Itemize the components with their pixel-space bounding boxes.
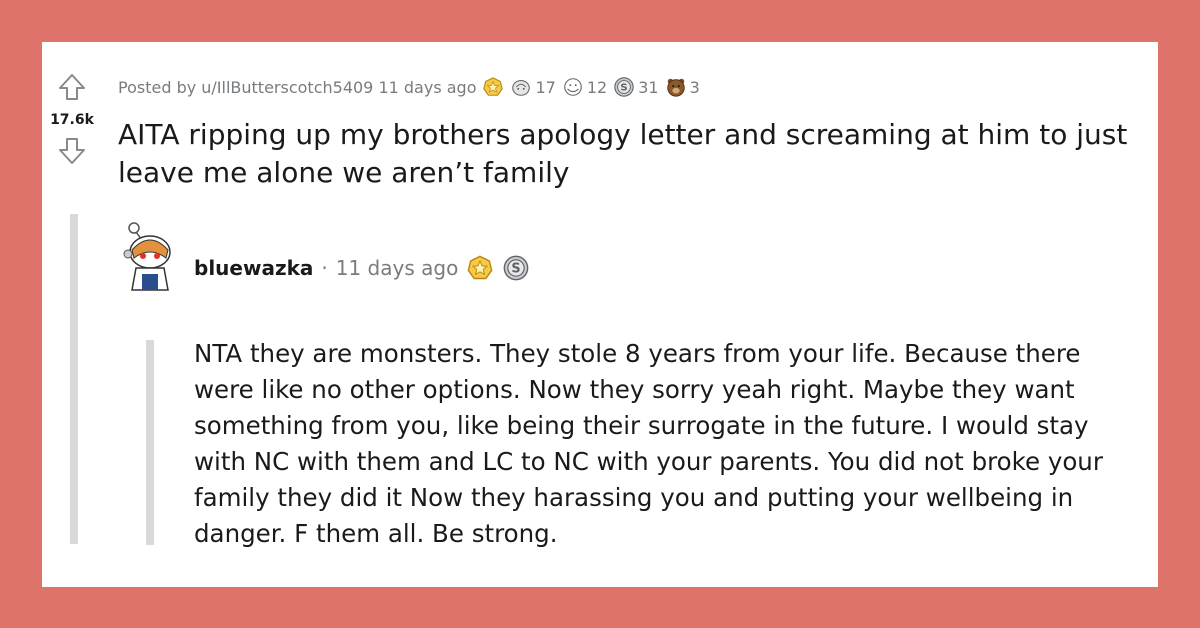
post-title[interactable]: AITA ripping up my brothers apology lett…: [118, 116, 1158, 192]
svg-text:S: S: [621, 83, 628, 94]
award-gold[interactable]: [482, 76, 504, 98]
user-avatar-icon[interactable]: [122, 220, 178, 292]
posted-by-link[interactable]: Posted by u/IllButterscotch5409 11 days …: [118, 78, 476, 97]
comment-username[interactable]: bluewazka: [194, 256, 313, 280]
award-count: 31: [638, 77, 659, 97]
award-wholesome[interactable]: 17: [510, 76, 556, 98]
silver-award-icon: S: [614, 77, 634, 97]
svg-text:S: S: [512, 262, 521, 277]
award-hugz[interactable]: 12: [562, 76, 607, 98]
post-card: 17.6k Posted by u/IllButterscotch5409 11…: [42, 42, 1158, 587]
award-bear[interactable]: 3: [665, 76, 700, 98]
award-count: 12: [586, 77, 608, 97]
wholesome-award-icon: [512, 80, 531, 96]
post-meta: Posted by u/IllButterscotch5409 11 days …: [118, 76, 700, 98]
hugz-award-icon: [564, 78, 582, 96]
award-count: 17: [535, 77, 556, 97]
bear-award-icon: [666, 78, 685, 97]
vote-score: 17.6k: [50, 112, 94, 128]
comment-timestamp[interactable]: 11 days ago: [336, 256, 459, 280]
silver-award-icon[interactable]: S: [502, 254, 530, 282]
gold-award-icon[interactable]: [466, 254, 494, 282]
comment-meta: bluewazka · 11 days ago S: [194, 254, 530, 282]
vote-column: 17.6k: [42, 72, 102, 166]
upvote-arrow-icon[interactable]: [57, 72, 87, 102]
award-count: 3: [689, 77, 700, 97]
gold-award-icon: [483, 77, 504, 96]
quote-bar: [146, 340, 154, 545]
comment-body: NTA they are monsters. They stole 8 year…: [194, 339, 1103, 548]
thread-line[interactable]: [70, 214, 78, 544]
downvote-arrow-icon[interactable]: [57, 136, 87, 166]
award-silver[interactable]: S 31: [613, 76, 659, 98]
meta-separator: ·: [321, 256, 328, 280]
